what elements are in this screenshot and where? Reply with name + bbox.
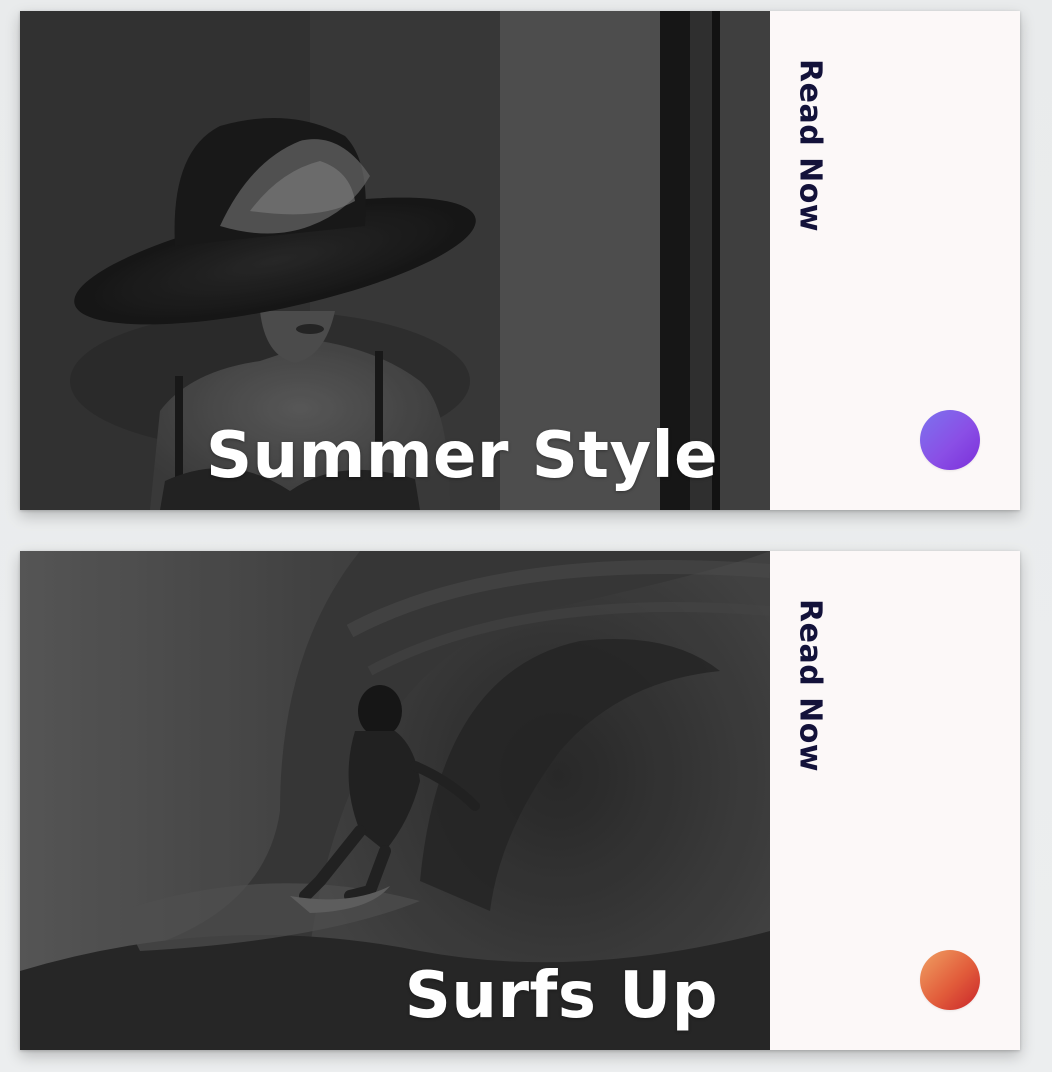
article-card-surfs-up[interactable]: Surfs Up Read Now [20, 551, 1020, 1050]
purple-circle-button[interactable] [920, 410, 980, 470]
orange-circle-button[interactable] [920, 950, 980, 1010]
card-side-panel: Read Now [770, 551, 1020, 1050]
article-card-summer-style[interactable]: Summer Style Read Now [20, 11, 1020, 510]
read-now-label: Read Now [792, 59, 828, 233]
read-now-link[interactable]: Read Now [790, 59, 830, 259]
card-title: Summer Style [205, 419, 718, 493]
card-side-panel: Read Now [770, 11, 1020, 510]
read-now-label: Read Now [792, 599, 828, 773]
card-image-surfs-up[interactable]: Surfs Up [20, 551, 770, 1050]
read-now-link[interactable]: Read Now [790, 599, 830, 799]
card-title: Surfs Up [404, 959, 718, 1033]
card-image-summer-style[interactable]: Summer Style [20, 11, 770, 510]
